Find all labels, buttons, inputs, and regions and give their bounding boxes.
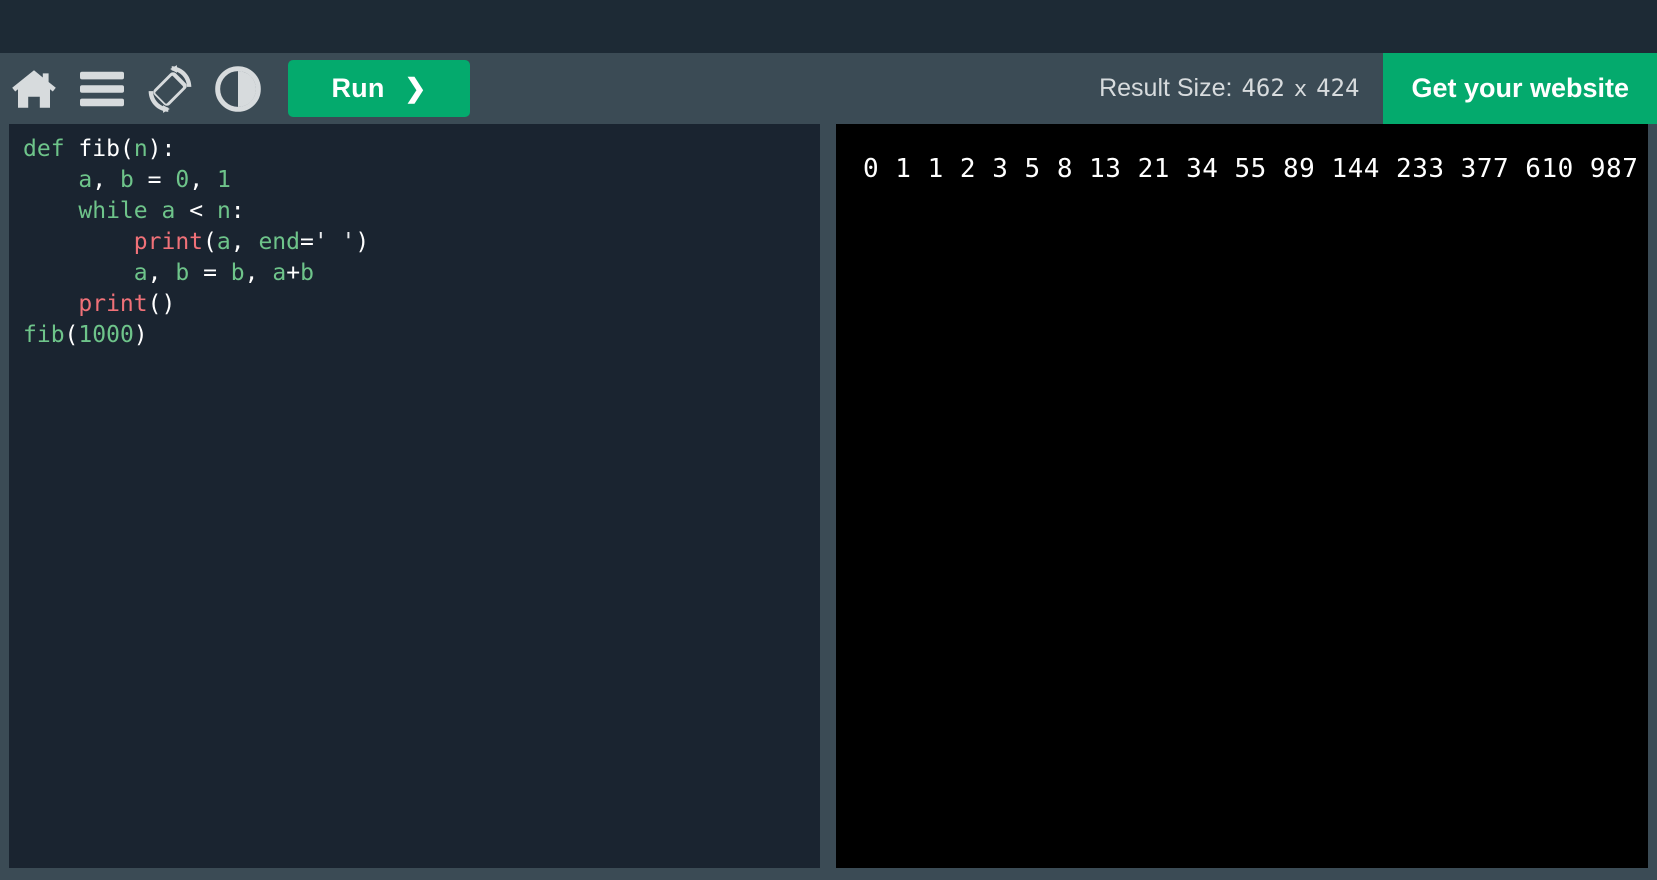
result-size-indicator: Result Size: 462 x 424 bbox=[1099, 74, 1383, 103]
code-token: 0 bbox=[175, 167, 190, 193]
code-token: , bbox=[189, 167, 217, 193]
code-token: a bbox=[272, 260, 287, 286]
code-editor-content[interactable]: def fib(n): a, b = 0, 1 while a < n: pri… bbox=[9, 124, 820, 351]
home-icon[interactable] bbox=[0, 53, 68, 124]
code-token: + bbox=[286, 260, 301, 286]
result-size-label: Result Size: bbox=[1099, 74, 1233, 102]
code-token: , bbox=[92, 167, 120, 193]
code-playground-window: Run ❯ Result Size: 462 x 424 Get your we… bbox=[0, 0, 1657, 880]
code-token: fib bbox=[23, 322, 65, 348]
code-token: b bbox=[119, 167, 134, 193]
code-editor-pane[interactable]: def fib(n): a, b = 0, 1 while a < n: pri… bbox=[9, 124, 820, 868]
code-token: a bbox=[161, 198, 176, 224]
run-button-label: Run bbox=[331, 73, 385, 103]
code-token: , bbox=[244, 260, 273, 286]
code-token: b bbox=[175, 260, 190, 286]
run-button[interactable]: Run ❯ bbox=[288, 60, 470, 117]
code-token: ) bbox=[161, 291, 176, 317]
code-token: b bbox=[230, 260, 245, 286]
code-token: 1000 bbox=[78, 322, 134, 348]
output-text: 0 1 1 2 3 5 8 13 21 34 55 89 144 233 377… bbox=[863, 154, 1639, 184]
code-token: print bbox=[133, 229, 204, 255]
code-token: ) bbox=[133, 322, 148, 348]
code-token: a bbox=[133, 260, 148, 286]
rotate-screen-icon[interactable] bbox=[136, 53, 204, 124]
code-token: fib bbox=[78, 136, 120, 162]
code-token: : bbox=[161, 136, 176, 162]
code-token: a bbox=[78, 167, 93, 193]
code-token: ( bbox=[203, 229, 217, 255]
code-token: def bbox=[23, 136, 65, 162]
code-token: ( bbox=[64, 322, 79, 348]
get-your-website-button[interactable]: Get your website bbox=[1383, 53, 1657, 124]
code-token: , bbox=[230, 229, 259, 255]
menu-icon[interactable] bbox=[68, 53, 136, 124]
code-token: ( bbox=[119, 136, 134, 162]
output-result-pane[interactable]: 0 1 1 2 3 5 8 13 21 34 55 89 144 233 377… bbox=[836, 124, 1648, 868]
panes-container: def fib(n): a, b = 0, 1 while a < n: pri… bbox=[0, 124, 1657, 880]
code-token: ' ' bbox=[313, 229, 356, 255]
code-token: ( bbox=[147, 291, 162, 317]
contrast-icon[interactable] bbox=[204, 53, 272, 124]
code-token: a bbox=[216, 229, 231, 255]
code-token: < bbox=[189, 198, 204, 224]
chevron-right-icon: ❯ bbox=[404, 72, 427, 103]
code-token: b bbox=[300, 260, 314, 286]
code-token: n bbox=[133, 136, 148, 162]
top-strip bbox=[0, 0, 1657, 53]
result-height-value: 424 bbox=[1316, 74, 1360, 102]
code-token: = bbox=[300, 229, 314, 255]
code-token: while bbox=[78, 198, 148, 224]
code-token: end bbox=[258, 229, 300, 255]
code-token: = bbox=[147, 167, 162, 193]
code-token: n bbox=[216, 198, 231, 224]
toolbar: Run ❯ Result Size: 462 x 424 Get your we… bbox=[0, 53, 1657, 124]
result-size-separator: x bbox=[1293, 77, 1308, 102]
code-token: , bbox=[147, 260, 176, 286]
code-token: : bbox=[230, 198, 245, 224]
code-token: 1 bbox=[216, 167, 231, 193]
code-token: ) bbox=[355, 229, 370, 255]
result-width-value: 462 bbox=[1241, 74, 1285, 102]
code-token: ) bbox=[147, 136, 162, 162]
code-token: print bbox=[78, 291, 148, 317]
code-token: = bbox=[203, 260, 217, 286]
